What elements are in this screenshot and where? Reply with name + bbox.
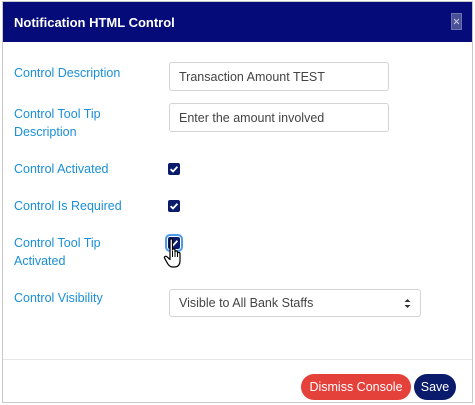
control-activated-checkbox[interactable] [168, 163, 180, 175]
control-description-input[interactable] [169, 62, 389, 91]
control-visibility-select[interactable]: Visible to All Bank Staffs [169, 289, 421, 317]
control-tooltip-activated-label: Control Tool Tip Activated [14, 234, 144, 270]
hand-pointer-cursor-icon [163, 238, 181, 268]
save-button[interactable]: Save [414, 374, 456, 400]
control-tooltip-description-input[interactable] [169, 103, 389, 132]
control-tooltip-activated-label-line2: Activated [14, 254, 66, 268]
select-arrows-icon [404, 299, 411, 308]
close-icon[interactable] [451, 13, 462, 30]
control-is-required-label: Control Is Required [14, 199, 122, 213]
footer-divider [3, 359, 472, 360]
control-activated-label: Control Activated [14, 162, 109, 176]
control-is-required-checkbox[interactable] [168, 200, 180, 212]
checkmark-icon [169, 166, 179, 173]
control-visibility-selected-value: Visible to All Bank Staffs [179, 296, 314, 310]
control-tooltip-description-label-line2: Description [14, 125, 77, 139]
control-tooltip-activated-label-line1: Control Tool Tip [14, 236, 101, 250]
control-tooltip-description-label-line1: Control Tool Tip [14, 107, 101, 121]
control-tooltip-description-label: Control Tool Tip Description [14, 105, 144, 141]
dialog-header: Notification HTML Control [3, 2, 472, 42]
dialog-title: Notification HTML Control [14, 14, 175, 30]
dismiss-console-button[interactable]: Dismiss Console [301, 374, 411, 400]
notification-html-control-dialog: Notification HTML Control Control Descri… [2, 1, 473, 403]
control-description-label: Control Description [14, 66, 121, 80]
control-visibility-label: Control Visibility [14, 291, 103, 305]
checkmark-icon [169, 203, 179, 210]
